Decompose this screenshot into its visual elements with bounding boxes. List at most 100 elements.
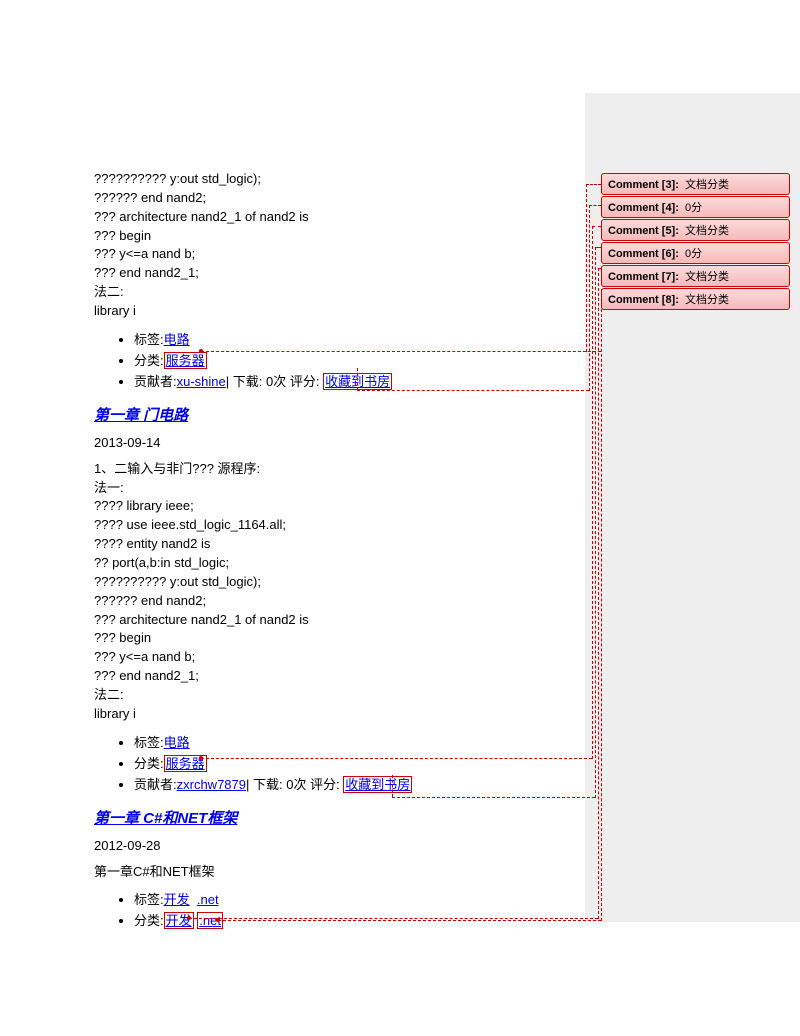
- comment-connector: [589, 205, 590, 391]
- code-line: library i: [94, 302, 594, 321]
- code-line: 法一:: [94, 479, 594, 498]
- list-item: 标签:电路: [134, 732, 594, 751]
- contributor-label: 贡献者:: [134, 374, 177, 389]
- comment-connector: [595, 247, 596, 798]
- comment-connector: [189, 918, 598, 919]
- comment-connector: [357, 368, 358, 390]
- comment-connector: [201, 351, 601, 352]
- code-line: ?????? end nand2;: [94, 592, 594, 611]
- tag-label: 标签:: [134, 892, 164, 907]
- meta-list: 标签:电路 分类:服务器 贡献者:zxrchw7879| 下载: 0次 评分: …: [94, 732, 594, 793]
- comment-connector: [586, 184, 601, 185]
- comment-connector: [392, 797, 595, 798]
- comment-anchor-dot: [199, 756, 203, 760]
- comment-connector: [586, 184, 587, 352]
- code-line: ??? architecture nand2_1 of nand2 is: [94, 208, 594, 227]
- comment-label: Comment [8]:: [608, 294, 679, 306]
- comment-connector: [592, 226, 601, 227]
- code-line: ???? library ieee;: [94, 497, 594, 516]
- comment-connector: [592, 226, 593, 759]
- list-item: 标签:电路: [134, 329, 594, 348]
- list-item: 标签:开发 .net: [134, 889, 594, 908]
- list-item: 分类:服务器: [134, 350, 594, 369]
- code-line: ??? end nand2_1;: [94, 264, 594, 283]
- comment-connector: [218, 920, 601, 921]
- category-label: 分类:: [134, 913, 164, 928]
- comment-connector: [357, 390, 589, 391]
- category-label: 分类:: [134, 756, 164, 771]
- comment-bubble[interactable]: Comment [6]: 0分: [601, 242, 790, 264]
- list-item: 贡献者:zxrchw7879| 下载: 0次 评分: 收藏到书房: [134, 774, 594, 793]
- comment-text: 0分: [685, 202, 702, 214]
- comment-anchor-dot: [187, 916, 191, 920]
- date-text: 2013-09-14: [94, 435, 594, 450]
- chapter-heading[interactable]: 第一章 门电路: [94, 404, 594, 425]
- code-line: ??? begin: [94, 629, 594, 648]
- comment-text: 文档分类: [685, 225, 729, 237]
- comment-connector: [392, 775, 393, 797]
- comment-label: Comment [3]:: [608, 179, 679, 191]
- code-line: ??? end nand2_1;: [94, 667, 594, 686]
- code-line: library i: [94, 705, 594, 724]
- category-link[interactable]: 开发: [164, 912, 194, 929]
- code-line: ?????? end nand2;: [94, 189, 594, 208]
- code-line: ???? use ieee.std_logic_1164.all;: [94, 516, 594, 535]
- code-line: ???? entity nand2 is: [94, 535, 594, 554]
- comment-text: 文档分类: [685, 271, 729, 283]
- comment-connector: [598, 268, 599, 919]
- comment-bubble[interactable]: Comment [4]: 0分: [601, 196, 790, 218]
- list-item: 分类:服务器: [134, 753, 594, 772]
- code-line: ?????????? y:out std_logic);: [94, 170, 594, 189]
- comment-anchor-dot: [216, 918, 220, 922]
- tag-link[interactable]: .net: [197, 892, 219, 907]
- contributor-link[interactable]: xu-shine: [177, 374, 226, 389]
- comment-label: Comment [4]:: [608, 202, 679, 214]
- document-page: ?????????? y:out std_logic); ?????? end …: [0, 0, 800, 1036]
- code-line: ?????????? y:out std_logic);: [94, 573, 594, 592]
- code-line: ??? begin: [94, 227, 594, 246]
- download-info: | 下载: 0次 评分:: [226, 374, 320, 389]
- comment-bubble[interactable]: Comment [3]: 文档分类: [601, 173, 790, 195]
- code-line: 法二:: [94, 283, 594, 302]
- intro-text: 1、二输入与非门??? 源程序:: [94, 460, 594, 479]
- comment-connector: [201, 758, 592, 759]
- meta-list: 标签:开发 .net 分类:开发 .net: [94, 889, 594, 929]
- tag-link[interactable]: 电路: [164, 735, 190, 750]
- comment-anchor-dot: [199, 349, 203, 353]
- comment-connector: [589, 205, 601, 206]
- meta-list: 标签:电路 分类:服务器 贡献者:xu-shine| 下载: 0次 评分: 收藏…: [94, 329, 594, 390]
- comment-bubble[interactable]: Comment [8]: 文档分类: [601, 288, 790, 310]
- comment-bubble[interactable]: Comment [7]: 文档分类: [601, 265, 790, 287]
- comment-connector: [601, 289, 602, 921]
- code-line: ??? architecture nand2_1 of nand2 is: [94, 611, 594, 630]
- code-line: 法二:: [94, 686, 594, 705]
- code-line: ??? y<=a nand b;: [94, 648, 594, 667]
- tag-label: 标签:: [134, 332, 164, 347]
- category-label: 分类:: [134, 353, 164, 368]
- favorite-link[interactable]: 收藏到书房: [343, 776, 412, 793]
- comment-text: 文档分类: [685, 179, 729, 191]
- comment-connector: [595, 247, 601, 248]
- comment-label: Comment [7]:: [608, 271, 679, 283]
- contributor-link[interactable]: zxrchw7879: [177, 777, 246, 792]
- comment-text: 文档分类: [685, 294, 729, 306]
- list-item: 贡献者:xu-shine| 下载: 0次 评分: 收藏到书房: [134, 371, 594, 390]
- download-info: | 下载: 0次 评分:: [246, 777, 340, 792]
- code-line: ?? port(a,b:in std_logic;: [94, 554, 594, 573]
- tag-link[interactable]: 开发: [164, 892, 190, 907]
- comment-bubble[interactable]: Comment [5]: 文档分类: [601, 219, 790, 241]
- chapter-heading[interactable]: 第一章 C#和NET框架: [94, 807, 594, 828]
- tag-link[interactable]: 电路: [164, 332, 190, 347]
- contributor-label: 贡献者:: [134, 777, 177, 792]
- intro-text: 第一章C#和NET框架: [94, 863, 594, 882]
- comment-label: Comment [5]:: [608, 225, 679, 237]
- comment-connector: [598, 268, 601, 269]
- tag-label: 标签:: [134, 735, 164, 750]
- comment-panel: Comment [3]: 文档分类 Comment [4]: 0分 Commen…: [601, 173, 790, 311]
- comment-label: Comment [6]:: [608, 248, 679, 260]
- code-line: ??? y<=a nand b;: [94, 245, 594, 264]
- category-link[interactable]: 服务器: [164, 352, 207, 369]
- date-text: 2012-09-28: [94, 838, 594, 853]
- main-content: ?????????? y:out std_logic); ?????? end …: [94, 170, 594, 937]
- comment-text: 0分: [685, 248, 702, 260]
